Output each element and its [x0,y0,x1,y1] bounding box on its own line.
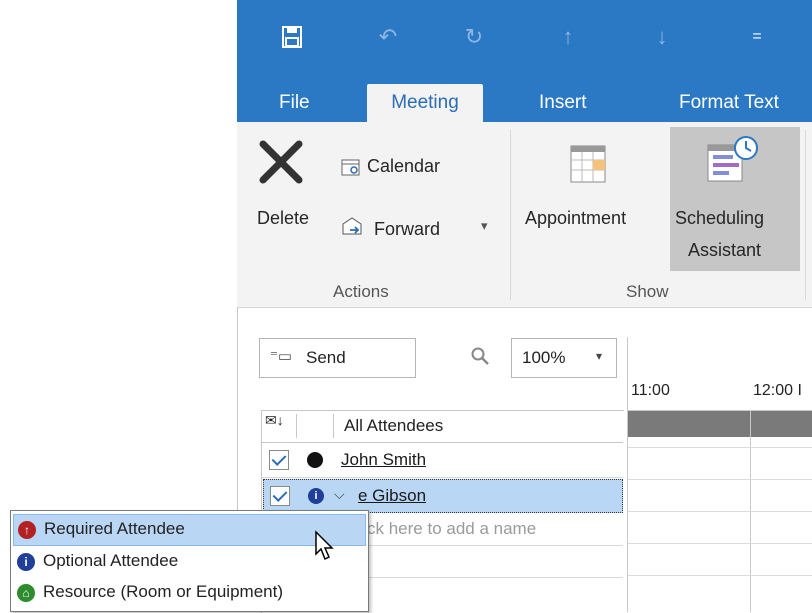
tab-file[interactable]: File [267,84,322,122]
zoom-select[interactable]: 100% ▾ [511,338,617,378]
add-name-placeholder[interactable]: ck here to add a name [367,519,536,539]
tab-meeting[interactable]: Meeting [367,84,483,122]
time-label: 12:00 I [753,382,802,399]
scheduling-label-line1: Scheduling [675,208,765,228]
send-icon: ⁼▭ [270,348,293,365]
column-divider [296,414,297,438]
attendee-name[interactable]: John Smith [341,450,426,470]
menu-item-label: Optional Attendee [43,551,179,570]
timeline-left-border [627,337,628,612]
resource-icon: ⌂ [17,584,35,602]
response-envelope-icon: ✉↓ [265,412,284,428]
tab-format-text[interactable]: Format Text [667,84,791,122]
cursor-icon [314,530,336,562]
attendee-name[interactable]: e Gibson [358,486,426,506]
all-attendees-header: All Attendees [344,416,444,435]
table-row[interactable]: John Smith [261,443,623,478]
customize-icon[interactable]: = [742,22,772,52]
timeline-row-line [628,479,812,480]
timeline-row-line [628,575,812,576]
scheduling-label-line2: Assistant [688,240,762,260]
menu-item-label: Required Attendee [44,519,185,538]
up-arrow-icon[interactable]: ↑ [553,22,583,52]
chevron-down-icon[interactable]: ⌵ [334,486,345,503]
appointment-button[interactable]: Appointment [525,208,626,229]
menu-item-optional-attendee[interactable]: i Optional Attendee [13,547,364,577]
down-arrow-icon[interactable]: ↓ [647,22,677,52]
group-divider [805,130,806,300]
attendee-header-row: ✉↓ All Attendees [261,410,623,443]
menu-item-label: Resource (Room or Equipment) [43,582,283,601]
group-divider [510,130,511,300]
forward-button[interactable]: Forward [374,219,440,240]
optional-attendee-icon: i [17,553,35,571]
zoom-value: 100% [522,348,566,367]
undo-icon[interactable]: ↶ [373,22,403,52]
delete-icon[interactable] [259,140,303,184]
quick-access-toolbar: ↶ ↻ ↑ ↓ = [237,0,812,78]
forward-icon [341,216,363,236]
busy-bar [628,411,812,437]
optional-attendee-icon[interactable]: i [308,488,324,504]
menu-item-resource[interactable]: ⌂ Resource (Room or Equipment) [13,578,364,608]
send-label: Send [306,348,346,367]
search-icon[interactable] [470,346,490,366]
required-attendee-icon[interactable] [307,452,323,468]
chevron-down-icon: ▾ [596,349,603,363]
required-attendee-icon: ↑ [18,521,36,539]
delete-button[interactable]: Delete [257,208,309,229]
save-icon[interactable] [277,22,307,52]
scheduling-icon [704,135,760,185]
actions-group-label: Actions [333,282,389,301]
timeline-row-line [628,511,812,512]
timeline-row-line [628,447,812,448]
ribbon-tabs: File Meeting Insert Format Text [237,78,812,122]
calendar-button[interactable]: Calendar [367,156,440,177]
column-divider [333,414,334,438]
chevron-down-icon[interactable]: ▾ [481,218,488,234]
redo-icon[interactable]: ↻ [459,22,489,52]
timeline-row-line [628,543,812,544]
table-row-selected[interactable]: i ⌵ e Gibson [263,479,623,513]
time-label: 11:00 [631,382,670,399]
calendar-icon [341,158,361,176]
attendee-checkbox[interactable] [270,486,290,506]
show-group-label: Show [626,282,669,301]
tab-insert[interactable]: Insert [527,84,599,122]
appointment-icon [569,142,609,186]
send-button[interactable]: ⁼▭ Send [259,338,416,378]
ribbon: Delete Calendar Forward ▾ Actions Appoin… [237,122,812,308]
scheduling-assistant-button[interactable]: Scheduling Assistant [670,127,800,271]
attendee-checkbox[interactable] [269,450,289,470]
